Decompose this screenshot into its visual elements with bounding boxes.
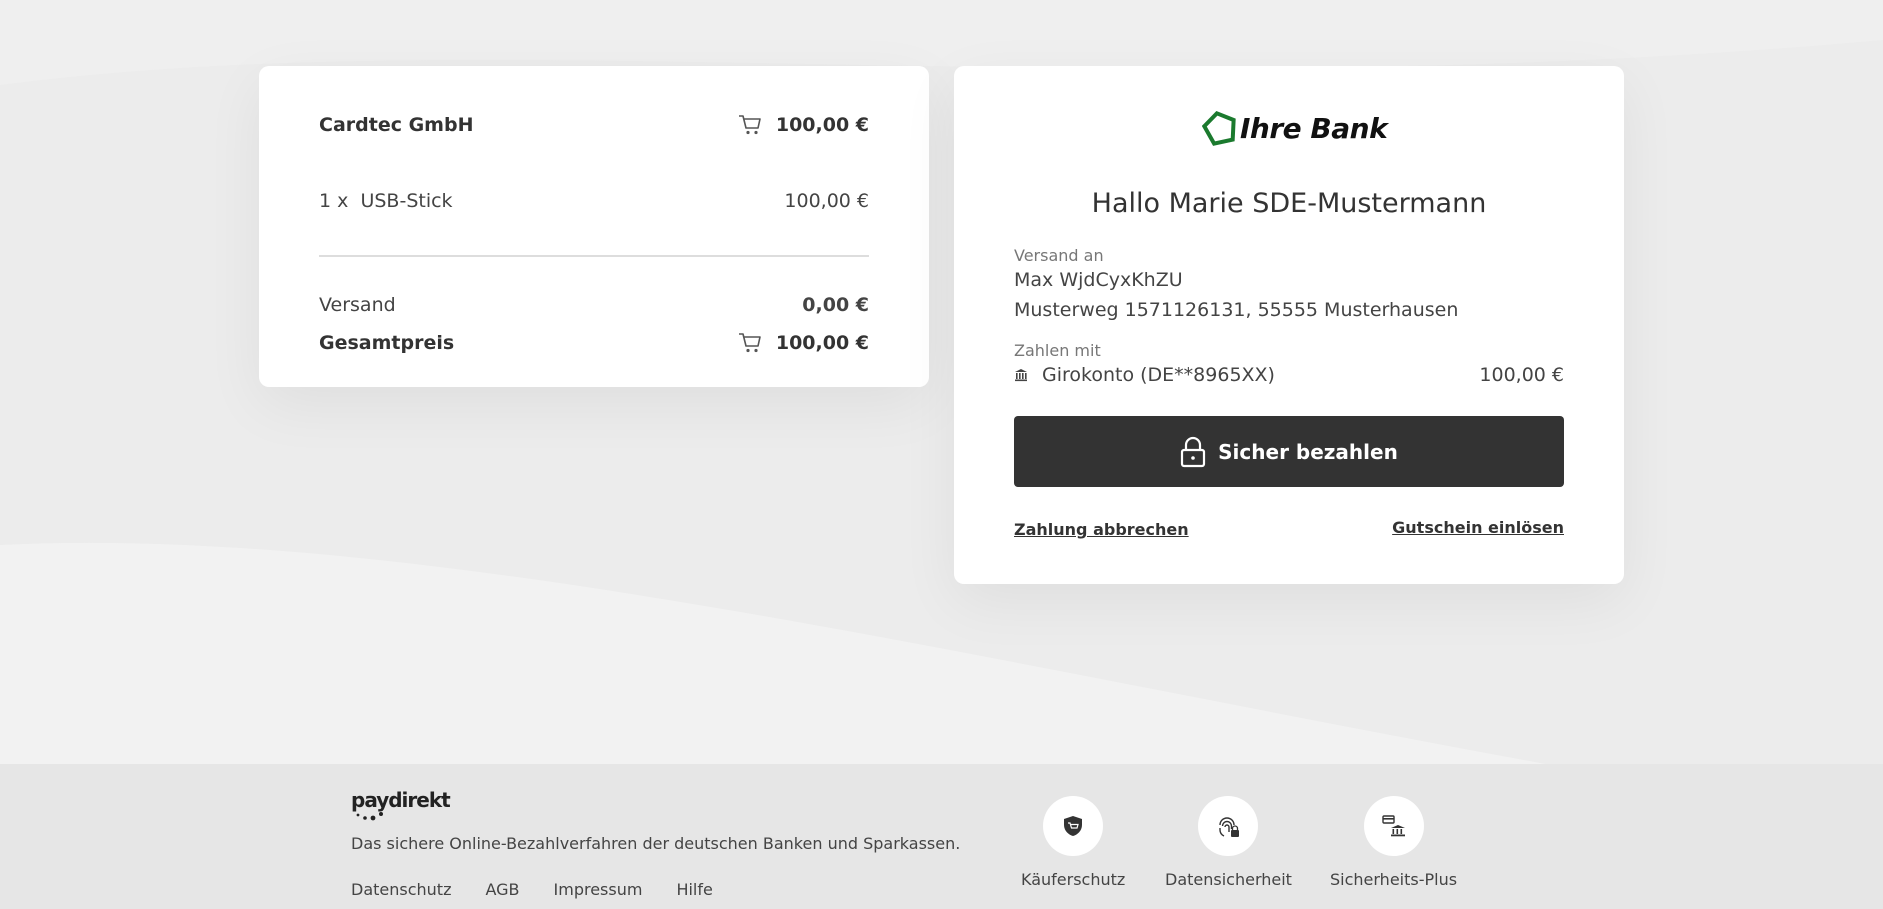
- cancel-payment-link[interactable]: Zahlung abbrechen: [1014, 520, 1189, 539]
- header-amount: 100,00 €: [775, 114, 869, 136]
- feature-label: Sicherheits-Plus: [1330, 870, 1458, 889]
- item-amount: 100,00 €: [784, 190, 869, 212]
- greeting: Hallo Marie SDE-Mustermann: [1091, 188, 1487, 219]
- lock-icon: [1181, 436, 1206, 467]
- footer-link-datenschutz[interactable]: Datenschutz: [351, 880, 451, 899]
- bank-icon: [1015, 369, 1027, 382]
- total-row: Gesamtpreis 100,00 €: [319, 332, 869, 354]
- pay-button[interactable]: Sicher bezahlen: [1014, 416, 1564, 487]
- pentagon-logo-icon: [1202, 110, 1236, 146]
- ship-to-name: Max WjdCyxKhZU: [1014, 269, 1183, 291]
- footer-link-hilfe[interactable]: Hilfe: [676, 880, 712, 899]
- order-summary-card: Cardtec GmbH 100,00 € 1 x USB-Stick 100,…: [259, 66, 929, 387]
- footer-link-agb[interactable]: AGB: [485, 880, 519, 899]
- bank-name: Ihre Bank: [1240, 111, 1388, 145]
- shield-cart-icon: [1064, 816, 1083, 836]
- account-amount: 100,00 €: [1479, 364, 1564, 386]
- footer-description: Das sichere Online-Bezahlverfahren der d…: [351, 834, 961, 853]
- feature-data-security[interactable]: Datensicherheit: [1165, 796, 1292, 889]
- pay-with-label: Zahlen mit: [1014, 341, 1101, 360]
- item-quantity: 1 x: [319, 190, 349, 212]
- merchant-row: Cardtec GmbH 100,00 €: [319, 114, 869, 136]
- payment-method-row[interactable]: Girokonto (DE**8965XX) 100,00 €: [1014, 364, 1564, 386]
- footer-link-impressum[interactable]: Impressum: [554, 880, 643, 899]
- total-amount-group: 100,00 €: [738, 332, 869, 354]
- item-name: USB-Stick: [360, 190, 453, 212]
- paydirekt-logo: paydirekt: [351, 788, 451, 821]
- feature-security-plus[interactable]: Sicherheits-Plus: [1330, 796, 1457, 889]
- paydirekt-brand: paydirekt: [351, 788, 451, 812]
- shipping-amount: 0,00 €: [802, 294, 869, 316]
- pay-button-label: Sicher bezahlen: [1218, 439, 1398, 464]
- feature-icon-circle: [1363, 796, 1424, 856]
- cart-icon: [738, 115, 761, 135]
- feature-buyer-protection[interactable]: Käuferschutz: [1021, 796, 1125, 889]
- line-item: 1 x USB-Stick: [319, 190, 453, 212]
- feature-label: Käuferschutz: [1021, 870, 1126, 889]
- footer-links: Datenschutz AGB Impressum Hilfe: [351, 880, 713, 899]
- paydirekt-dots-icon: [356, 812, 383, 821]
- divider: [319, 255, 869, 257]
- account-name: Girokonto (DE**8965XX): [1042, 364, 1275, 386]
- redeem-voucher-link[interactable]: Gutschein einlösen: [1392, 518, 1564, 537]
- total-label: Gesamtpreis: [319, 332, 455, 354]
- merchant-name: Cardtec GmbH: [319, 114, 474, 136]
- ship-to-address: Musterweg 1571126131, 55555 Musterhausen: [1014, 299, 1459, 321]
- feature-icon-circle: [1043, 796, 1104, 856]
- line-item-row: 1 x USB-Stick 100,00 €: [319, 190, 869, 212]
- shipping-row: Versand 0,00 €: [319, 294, 869, 316]
- payment-card: Ihre Bank Hallo Marie SDE-Mustermann Ver…: [954, 66, 1624, 584]
- feature-label: Datensicherheit: [1165, 870, 1292, 889]
- feature-icon-circle: [1198, 796, 1259, 856]
- bank-logo: Ihre Bank: [1202, 110, 1388, 146]
- fingerprint-lock-icon: [1219, 817, 1240, 837]
- total-amount: 100,00 €: [775, 332, 869, 354]
- cart-icon: [738, 333, 761, 353]
- footer: paydirekt Das sichere Online-Bezahlverfa…: [0, 764, 1883, 909]
- header-amount-group: 100,00 €: [738, 114, 869, 136]
- card-bank-icon: [1381, 815, 1405, 837]
- shipping-label: Versand: [319, 294, 396, 316]
- ship-to-label: Versand an: [1014, 246, 1104, 265]
